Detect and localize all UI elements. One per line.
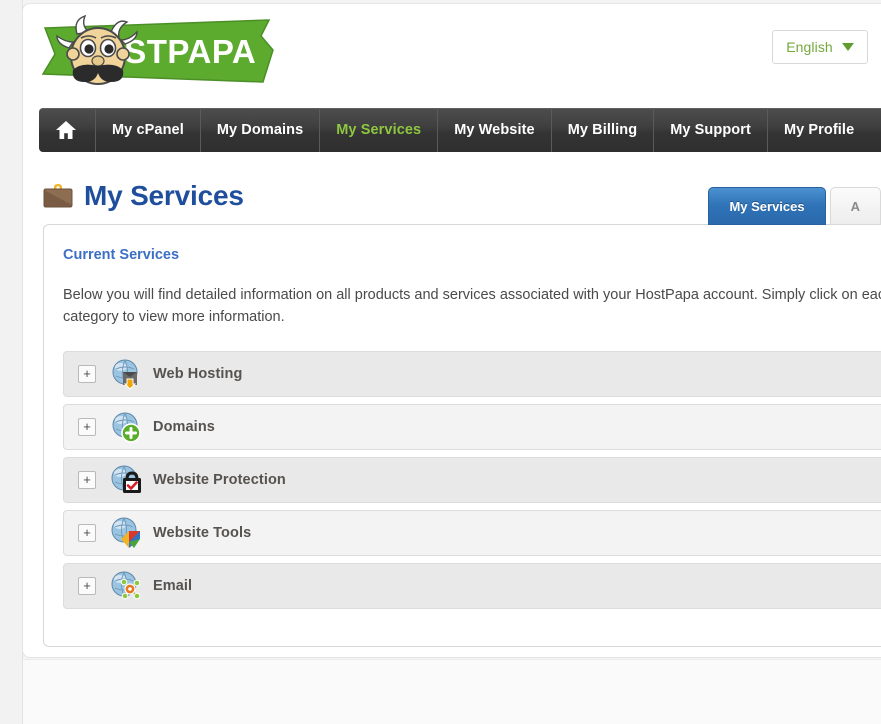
service-row-website-protection[interactable]: + Website Protection [63, 456, 881, 503]
page-root: HOSTPAPA English My cPanel My Domains My… [0, 0, 881, 724]
site-header: HOSTPAPA English [23, 4, 881, 108]
expand-toggle[interactable]: + [78, 576, 96, 595]
service-label: Email [153, 577, 193, 594]
expand-toggle[interactable]: + [78, 470, 96, 489]
nav-item-my-services[interactable]: My Services [320, 108, 439, 152]
tab-my-services[interactable]: My Services [708, 187, 826, 225]
panel-heading: Current Services [63, 247, 180, 263]
tab-bar: My Services A [708, 187, 881, 225]
service-row-email[interactable]: + Email [63, 562, 881, 609]
nav-item-my-cpanel[interactable]: My cPanel [96, 108, 201, 152]
home-icon [56, 121, 76, 139]
service-row-domains[interactable]: + Domains [63, 403, 881, 450]
service-label: Website Protection [153, 471, 286, 488]
service-row-web-hosting[interactable]: + Web Hosting [63, 350, 881, 397]
service-label: Domains [153, 418, 215, 435]
globe-lock-check-icon [111, 465, 141, 493]
expand-toggle[interactable]: + [78, 364, 96, 383]
nav-item-my-billing[interactable]: My Billing [552, 108, 655, 152]
language-label: English [786, 39, 833, 55]
service-row-website-tools[interactable]: + Website Tools [63, 509, 881, 556]
nav-item-my-profile[interactable]: My Profile [768, 108, 870, 152]
service-label: Website Tools [153, 524, 252, 541]
main-container: HOSTPAPA English My cPanel My Domains My… [22, 3, 881, 658]
briefcase-icon [43, 184, 73, 208]
service-label: Web Hosting [153, 365, 243, 382]
globe-add-icon [112, 412, 141, 443]
globe-network-icon [111, 571, 141, 599]
current-services-panel: Current Services Below you will find det… [43, 224, 881, 647]
footer-strip [23, 659, 881, 724]
language-selector[interactable]: English [772, 30, 868, 64]
expand-toggle[interactable]: + [78, 417, 96, 436]
left-gutter [0, 0, 23, 724]
panel-description: Below you will find detailed information… [63, 287, 881, 325]
tab-secondary[interactable]: A [829, 187, 881, 225]
globe-hosting-icon [112, 359, 138, 390]
nav-item-my-website[interactable]: My Website [438, 108, 552, 152]
hostpapa-logo[interactable]: HOSTPAPA [37, 10, 281, 94]
main-navigation: My cPanel My Domains My Services My Webs… [39, 108, 881, 152]
services-list: + Web Hosting + Domains + Website Protec… [63, 350, 881, 609]
page-title: My Services [84, 180, 244, 211]
nav-item-my-domains[interactable]: My Domains [201, 108, 321, 152]
chevron-down-icon [841, 43, 854, 51]
expand-toggle[interactable]: + [78, 523, 96, 542]
globe-tools-icon [111, 517, 140, 548]
nav-home-button[interactable] [39, 108, 96, 152]
nav-item-my-support[interactable]: My Support [654, 108, 768, 152]
